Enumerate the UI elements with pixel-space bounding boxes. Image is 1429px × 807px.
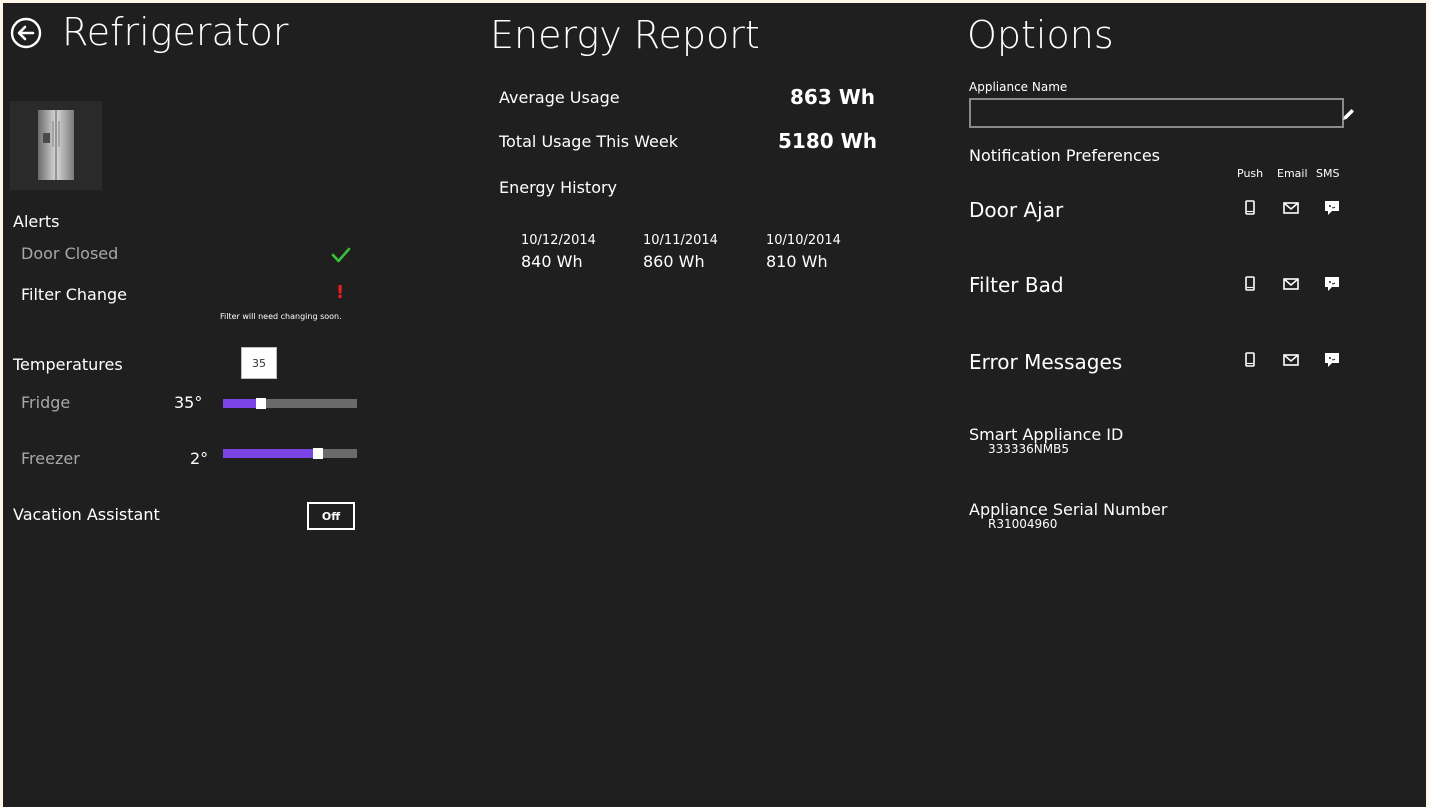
freezer-slider-fill (223, 449, 319, 458)
phone-icon[interactable] (1241, 275, 1259, 293)
history-value: 810 Wh (766, 252, 828, 271)
history-value: 860 Wh (643, 252, 705, 271)
total-usage-label: Total Usage This Week (499, 132, 679, 151)
smart-appliance-id-value: 333336NMB5 (988, 442, 1070, 456)
history-entry: 10/10/2014 810 Wh (766, 233, 841, 271)
chat-icon[interactable] (1323, 199, 1341, 217)
door-ajar-label: Door Ajar (969, 198, 1064, 222)
mail-icon[interactable] (1282, 275, 1300, 293)
energy-history-heading: Energy History (499, 178, 618, 197)
options-title: Options (967, 13, 1114, 57)
refrigerator-image (10, 101, 102, 190)
total-usage-value: 5180 Wh (778, 129, 877, 153)
sms-column-header: SMS (1316, 167, 1340, 180)
page-title: Refrigerator (62, 10, 289, 54)
history-entry: 10/12/2014 840 Wh (521, 233, 596, 271)
email-column-header: Email (1277, 167, 1308, 180)
vacation-toggle-button[interactable]: Off (307, 502, 355, 530)
pencil-icon[interactable] (1340, 107, 1356, 123)
chat-icon[interactable] (1323, 275, 1341, 293)
exclamation-icon: ! (336, 282, 345, 303)
push-column-header: Push (1237, 167, 1264, 180)
mail-icon[interactable] (1282, 199, 1300, 217)
temperatures-heading: Temperatures (13, 355, 123, 374)
average-usage-label: Average Usage (499, 88, 620, 107)
error-messages-label: Error Messages (969, 350, 1123, 374)
freezer-temp-value: 2° (190, 449, 209, 468)
freezer-slider-thumb[interactable] (313, 448, 324, 459)
filter-change-label: Filter Change (21, 285, 127, 304)
average-usage-value: 863 Wh (790, 85, 876, 109)
serial-number-value: R31004960 (988, 517, 1058, 531)
check-icon (331, 247, 351, 263)
phone-icon[interactable] (1241, 351, 1259, 369)
temperature-value-box[interactable]: 35 (241, 347, 277, 379)
notification-preferences-heading: Notification Preferences (969, 146, 1160, 165)
history-date: 10/10/2014 (766, 233, 841, 248)
fridge-slider-thumb[interactable] (255, 398, 266, 409)
filter-bad-label: Filter Bad (969, 273, 1064, 297)
history-value: 840 Wh (521, 252, 583, 271)
freezer-label: Freezer (21, 449, 80, 468)
app-window: Refrigerator Alerts Door Closed Filter C… (3, 3, 1426, 807)
history-entry: 10/11/2014 860 Wh (643, 233, 718, 271)
appliance-name-input[interactable] (969, 98, 1344, 128)
appliance-name-label: Appliance Name (969, 80, 1068, 94)
energy-report-title: Energy Report (490, 13, 760, 57)
filter-note: Filter will need changing soon. (220, 312, 342, 321)
fridge-slider[interactable] (223, 398, 357, 409)
back-arrow-icon[interactable] (10, 17, 42, 49)
history-date: 10/11/2014 (643, 233, 718, 248)
vacation-assistant-label: Vacation Assistant (13, 505, 160, 524)
phone-icon[interactable] (1241, 199, 1259, 217)
fridge-label: Fridge (21, 393, 71, 412)
history-date: 10/12/2014 (521, 233, 596, 248)
alerts-heading: Alerts (13, 212, 60, 231)
chat-icon[interactable] (1323, 351, 1341, 369)
mail-icon[interactable] (1282, 351, 1300, 369)
door-closed-label: Door Closed (21, 244, 119, 263)
fridge-temp-value: 35° (174, 393, 203, 412)
freezer-slider[interactable] (223, 448, 357, 459)
